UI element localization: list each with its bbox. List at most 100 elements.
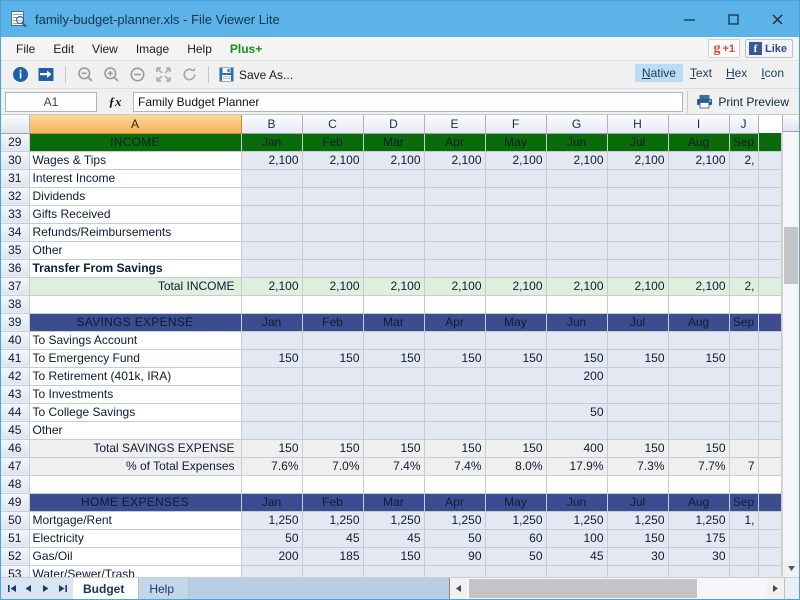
value-cell[interactable] — [485, 187, 546, 205]
value-cell[interactable] — [668, 169, 729, 187]
value-cell[interactable] — [668, 421, 729, 439]
row-header[interactable]: 42 — [1, 367, 29, 385]
spacer-cell[interactable] — [546, 295, 607, 313]
row-header[interactable]: 47 — [1, 457, 29, 475]
spacer-cell[interactable] — [241, 475, 302, 493]
total-label-cell[interactable]: Total INCOME — [29, 277, 241, 295]
total-value-cell[interactable]: 150 — [363, 439, 424, 457]
value-cell[interactable] — [729, 421, 758, 439]
value-cell[interactable] — [729, 187, 758, 205]
value-cell[interactable] — [241, 421, 302, 439]
month-header[interactable]: Jan — [241, 493, 302, 511]
row-label-cell[interactable]: Interest Income — [29, 169, 241, 187]
value-cell[interactable] — [241, 367, 302, 385]
row-label-cell[interactable]: Wages & Tips — [29, 151, 241, 169]
month-header[interactable]: Feb — [302, 493, 363, 511]
value-cell[interactable]: 50 — [485, 547, 546, 565]
zoom-actual-size-icon[interactable] — [124, 63, 150, 87]
column-header-a[interactable]: A — [29, 115, 241, 133]
value-cell[interactable] — [424, 241, 485, 259]
section-header[interactable]: SAVINGS EXPENSE — [29, 313, 241, 331]
value-cell[interactable]: 2,100 — [668, 151, 729, 169]
value-cell[interactable] — [241, 331, 302, 349]
month-header[interactable]: Aug — [668, 313, 729, 331]
value-cell[interactable] — [485, 385, 546, 403]
clipped-cell[interactable] — [758, 313, 782, 331]
value-cell[interactable]: 150 — [424, 349, 485, 367]
row-label-cell[interactable]: To Emergency Fund — [29, 349, 241, 367]
value-cell[interactable] — [424, 259, 485, 277]
value-cell[interactable] — [729, 349, 758, 367]
total-value-cell[interactable]: 2,100 — [668, 277, 729, 295]
month-header[interactable]: May — [485, 313, 546, 331]
row-label-cell[interactable]: Gas/Oil — [29, 547, 241, 565]
value-cell[interactable] — [363, 205, 424, 223]
value-cell[interactable] — [546, 331, 607, 349]
spacer-cell[interactable] — [607, 475, 668, 493]
total-value-cell[interactable]: 2,100 — [546, 277, 607, 295]
percent-value-cell[interactable]: 7.4% — [424, 457, 485, 475]
value-cell[interactable] — [729, 169, 758, 187]
spacer-cell[interactable] — [668, 475, 729, 493]
clipped-cell[interactable] — [758, 457, 782, 475]
value-cell[interactable]: 150 — [241, 349, 302, 367]
total-value-cell[interactable]: 2,100 — [607, 277, 668, 295]
value-cell[interactable]: 150 — [302, 349, 363, 367]
row-header[interactable]: 32 — [1, 187, 29, 205]
clipped-cell[interactable] — [758, 475, 782, 493]
clipped-cell[interactable] — [758, 133, 782, 151]
spacer-cell[interactable] — [546, 475, 607, 493]
vertical-scroll-track[interactable] — [783, 132, 799, 560]
column-header-e[interactable]: E — [424, 115, 485, 133]
row-header[interactable]: 43 — [1, 385, 29, 403]
value-cell[interactable] — [424, 169, 485, 187]
value-cell[interactable] — [363, 241, 424, 259]
minimize-button[interactable] — [667, 1, 711, 37]
total-value-cell[interactable]: 2,100 — [485, 277, 546, 295]
value-cell[interactable] — [363, 421, 424, 439]
row-label-cell[interactable]: To Investments — [29, 385, 241, 403]
value-cell[interactable] — [363, 385, 424, 403]
value-cell[interactable] — [485, 223, 546, 241]
save-as-button[interactable]: Save As... — [215, 67, 297, 82]
open-with-icon[interactable] — [33, 63, 59, 87]
value-cell[interactable] — [729, 529, 758, 547]
row-header[interactable]: 51 — [1, 529, 29, 547]
spacer-cell[interactable] — [302, 475, 363, 493]
spacer-cell[interactable] — [607, 295, 668, 313]
value-cell[interactable] — [302, 259, 363, 277]
value-cell[interactable] — [302, 205, 363, 223]
clipped-cell[interactable] — [758, 493, 782, 511]
month-header[interactable]: Jun — [546, 493, 607, 511]
value-cell[interactable] — [546, 187, 607, 205]
month-header[interactable]: Aug — [668, 133, 729, 151]
row-label-cell[interactable]: Other — [29, 421, 241, 439]
value-cell[interactable] — [729, 385, 758, 403]
value-cell[interactable] — [485, 367, 546, 385]
value-cell[interactable] — [363, 565, 424, 577]
name-box[interactable]: A1 — [5, 92, 97, 112]
spacer-cell[interactable] — [485, 475, 546, 493]
row-header[interactable]: 46 — [1, 439, 29, 457]
total-value-cell[interactable]: 150 — [485, 439, 546, 457]
value-cell[interactable] — [363, 223, 424, 241]
grid-viewport[interactable]: A B C D E F G H I J 29INCOMEJanFebMarApr… — [1, 115, 782, 577]
month-header[interactable]: Jul — [607, 133, 668, 151]
value-cell[interactable] — [668, 565, 729, 577]
view-mode-native[interactable]: Native — [635, 64, 683, 82]
value-cell[interactable]: 1,250 — [424, 511, 485, 529]
row-label-cell[interactable]: Mortgage/Rent — [29, 511, 241, 529]
scrollbar-resize-grip[interactable] — [784, 578, 799, 599]
total-value-cell[interactable]: 2,100 — [363, 277, 424, 295]
month-header[interactable]: Feb — [302, 133, 363, 151]
row-header[interactable]: 53 — [1, 565, 29, 577]
month-header[interactable]: Sep — [729, 133, 758, 151]
value-cell[interactable] — [302, 367, 363, 385]
value-cell[interactable] — [607, 331, 668, 349]
value-cell[interactable]: 30 — [607, 547, 668, 565]
value-cell[interactable] — [241, 187, 302, 205]
value-cell[interactable] — [241, 223, 302, 241]
value-cell[interactable] — [241, 385, 302, 403]
row-label-cell[interactable]: Transfer From Savings — [29, 259, 241, 277]
percent-value-cell[interactable]: 7.7% — [668, 457, 729, 475]
